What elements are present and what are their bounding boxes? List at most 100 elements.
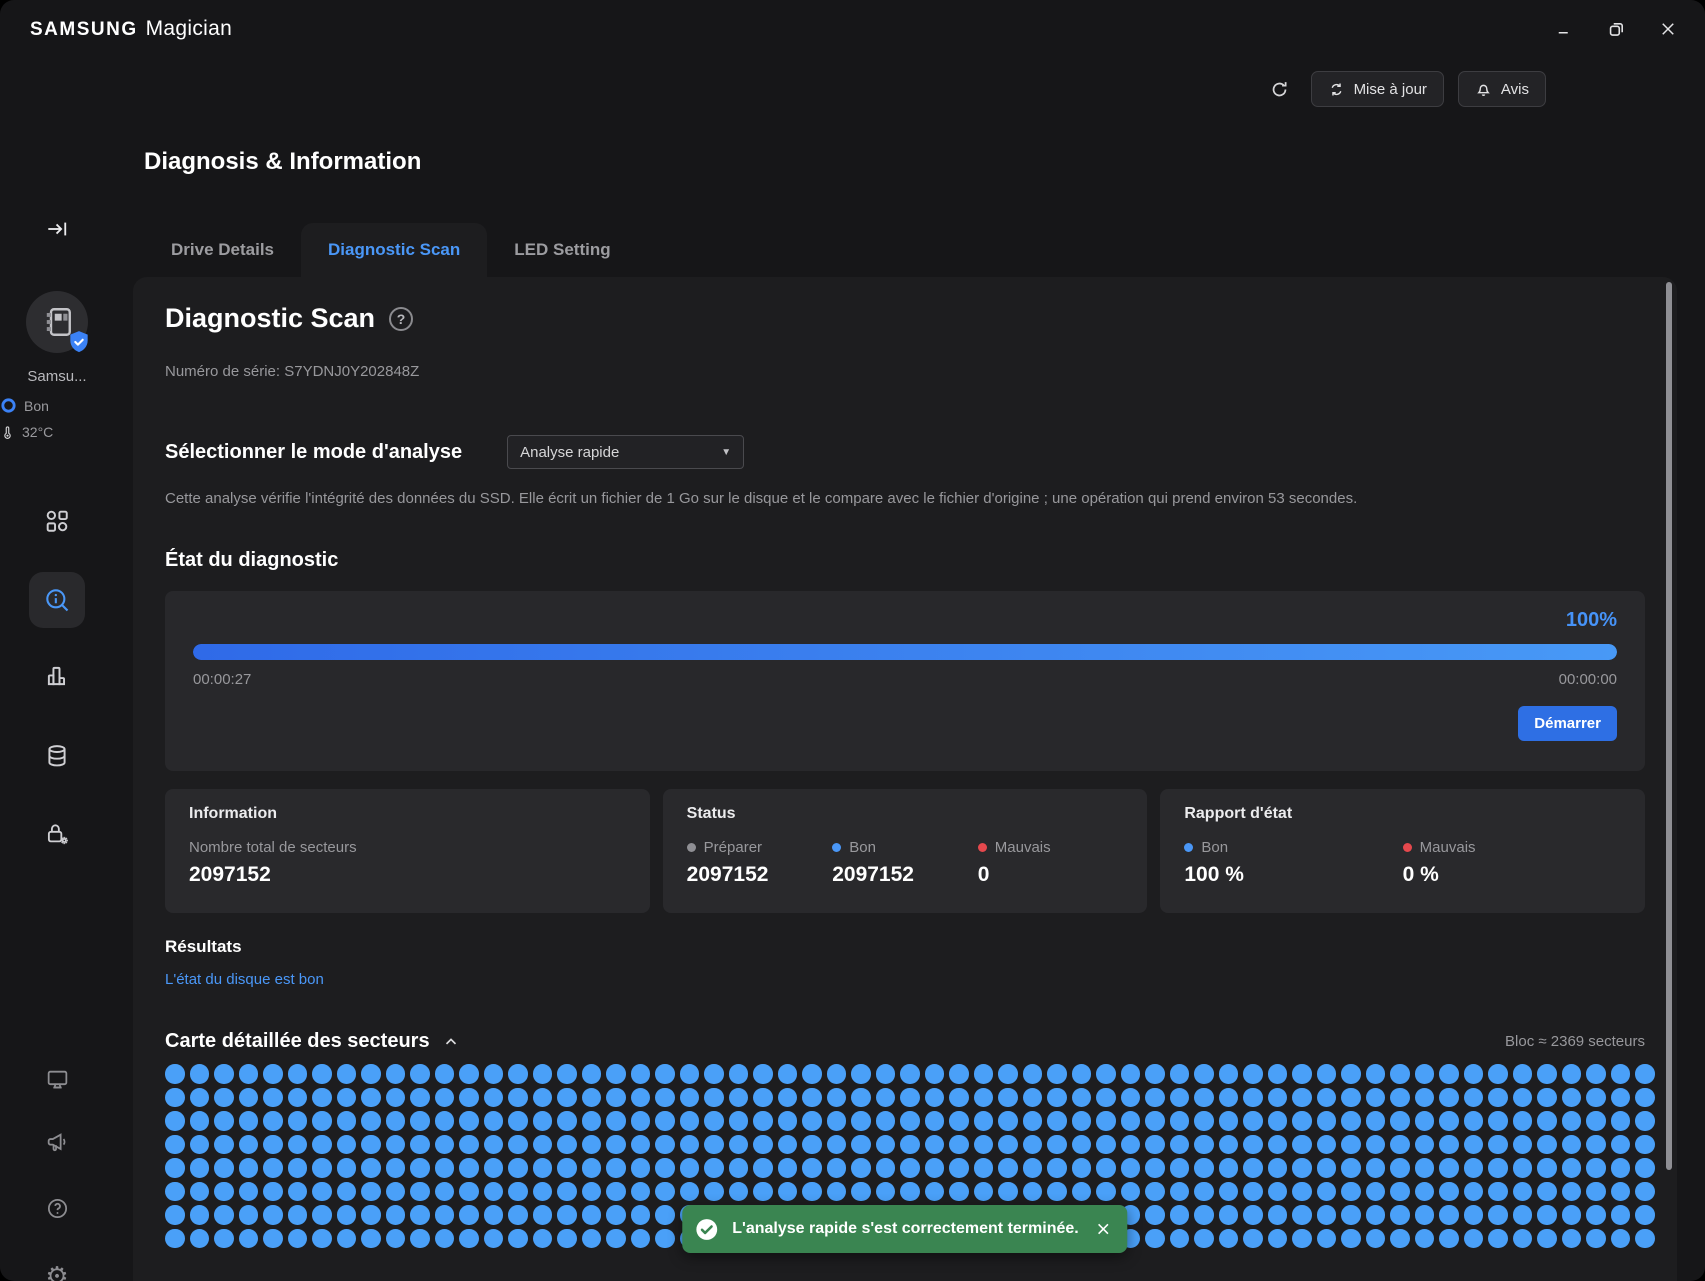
sector-dot [410,1135,430,1155]
sector-dot [1586,1111,1606,1131]
sector-dot [1635,1229,1655,1249]
sector-dot [1194,1088,1214,1108]
help-icon[interactable]: ? [389,307,413,331]
sector-dot [1145,1205,1165,1225]
chevron-up-icon[interactable] [442,1033,460,1051]
sector-dot [1145,1135,1165,1155]
drive-avatar[interactable] [0,291,114,353]
refresh-button[interactable] [1263,72,1297,106]
sector-dot [704,1135,724,1155]
bar-chart-icon [44,663,70,689]
monitor-icon [45,1067,70,1092]
sector-dot [876,1182,896,1202]
help-circle-icon [45,1196,70,1221]
drive-health: Bon [0,397,114,414]
sector-dot [1170,1088,1190,1108]
sector-dot [214,1182,234,1202]
sidebar-item-dashboard[interactable] [29,493,85,549]
sector-dot [1268,1182,1288,1202]
sector-dot [312,1135,332,1155]
sector-dot [1611,1088,1631,1108]
sector-dot [337,1111,357,1131]
sector-dot [778,1064,798,1084]
sector-dot [288,1135,308,1155]
sector-dot [484,1205,504,1225]
sidebar-item-security[interactable] [29,806,85,862]
sector-dot [435,1229,455,1249]
sector-dot [655,1158,675,1178]
start-button[interactable]: Démarrer [1518,706,1617,741]
sector-dot [802,1111,822,1131]
sidebar-item-performance[interactable] [29,648,85,704]
sector-dot [631,1158,651,1178]
sector-dot [533,1088,553,1108]
sector-dot [239,1182,259,1202]
restore-button[interactable] [1603,16,1629,42]
update-button[interactable]: Mise à jour [1311,71,1444,107]
bad-label: Mauvais [978,839,1124,856]
sidebar-item-announcements[interactable] [29,1114,85,1170]
sector-dot [435,1205,455,1225]
sector-dot [1023,1182,1043,1202]
sector-dot [1415,1229,1435,1249]
sidebar-expand-button[interactable] [0,218,114,240]
sector-dot [1390,1205,1410,1225]
sector-dot [998,1135,1018,1155]
sector-dot [974,1088,994,1108]
toast-close-icon[interactable] [1096,1221,1112,1237]
lock-gear-icon [44,821,70,847]
sector-dot [1439,1064,1459,1084]
sector-dot [802,1088,822,1108]
minimize-button[interactable] [1551,16,1577,42]
sector-dot [435,1111,455,1131]
tab-diagnostic-scan[interactable]: Diagnostic Scan [301,223,487,277]
sector-dot [1635,1158,1655,1178]
sidebar-item-settings[interactable]: ⚙ [29,1248,85,1281]
sector-dot [1439,1111,1459,1131]
sector-dot [1537,1088,1557,1108]
sector-dot [386,1205,406,1225]
sector-dot [239,1088,259,1108]
app-window: SAMSUNG Magician Mise à jour [0,0,1705,1281]
sector-dot [1023,1088,1043,1108]
sidebar-item-help[interactable] [29,1180,85,1236]
scan-mode-select[interactable]: Analyse rapide ▼ [507,435,744,469]
sector-dot [876,1158,896,1178]
tab-drive-details[interactable]: Drive Details [144,223,301,277]
sector-dot [361,1135,381,1155]
sector-dot [827,1111,847,1131]
results-link[interactable]: L'état du disque est bon [165,971,324,988]
sector-dot [1439,1205,1459,1225]
tab-led-setting[interactable]: LED Setting [487,223,637,277]
sector-dot [1047,1088,1067,1108]
sector-dot [704,1158,724,1178]
sector-dot [1586,1088,1606,1108]
close-button[interactable] [1655,16,1681,42]
caret-down-icon: ▼ [721,447,731,458]
sector-dot [1611,1158,1631,1178]
sector-dot [484,1088,504,1108]
sector-dot [1219,1182,1239,1202]
sidebar-item-system[interactable] [29,1051,85,1107]
sector-dot [1513,1135,1533,1155]
sector-dot [1194,1182,1214,1202]
notice-button[interactable]: Avis [1458,71,1546,107]
vertical-scrollbar[interactable] [1666,282,1672,1170]
sector-dot [190,1135,210,1155]
sector-dot [1292,1064,1312,1084]
sector-dot [1488,1229,1508,1249]
sector-dot [998,1064,1018,1084]
brand-samsung: SAMSUNG [30,19,138,41]
sector-dot [165,1135,185,1155]
sector-dot [1072,1088,1092,1108]
sector-dot [778,1135,798,1155]
sidebar-item-data-management[interactable] [29,728,85,784]
sector-dot [239,1135,259,1155]
sector-dot [557,1111,577,1131]
sidebar-item-diagnosis[interactable] [29,572,85,628]
sector-dot [631,1111,651,1131]
sector-dot [1390,1135,1410,1155]
sector-dot [1023,1111,1043,1131]
sector-dot [459,1182,479,1202]
report-bad-label: Mauvais [1403,839,1621,856]
